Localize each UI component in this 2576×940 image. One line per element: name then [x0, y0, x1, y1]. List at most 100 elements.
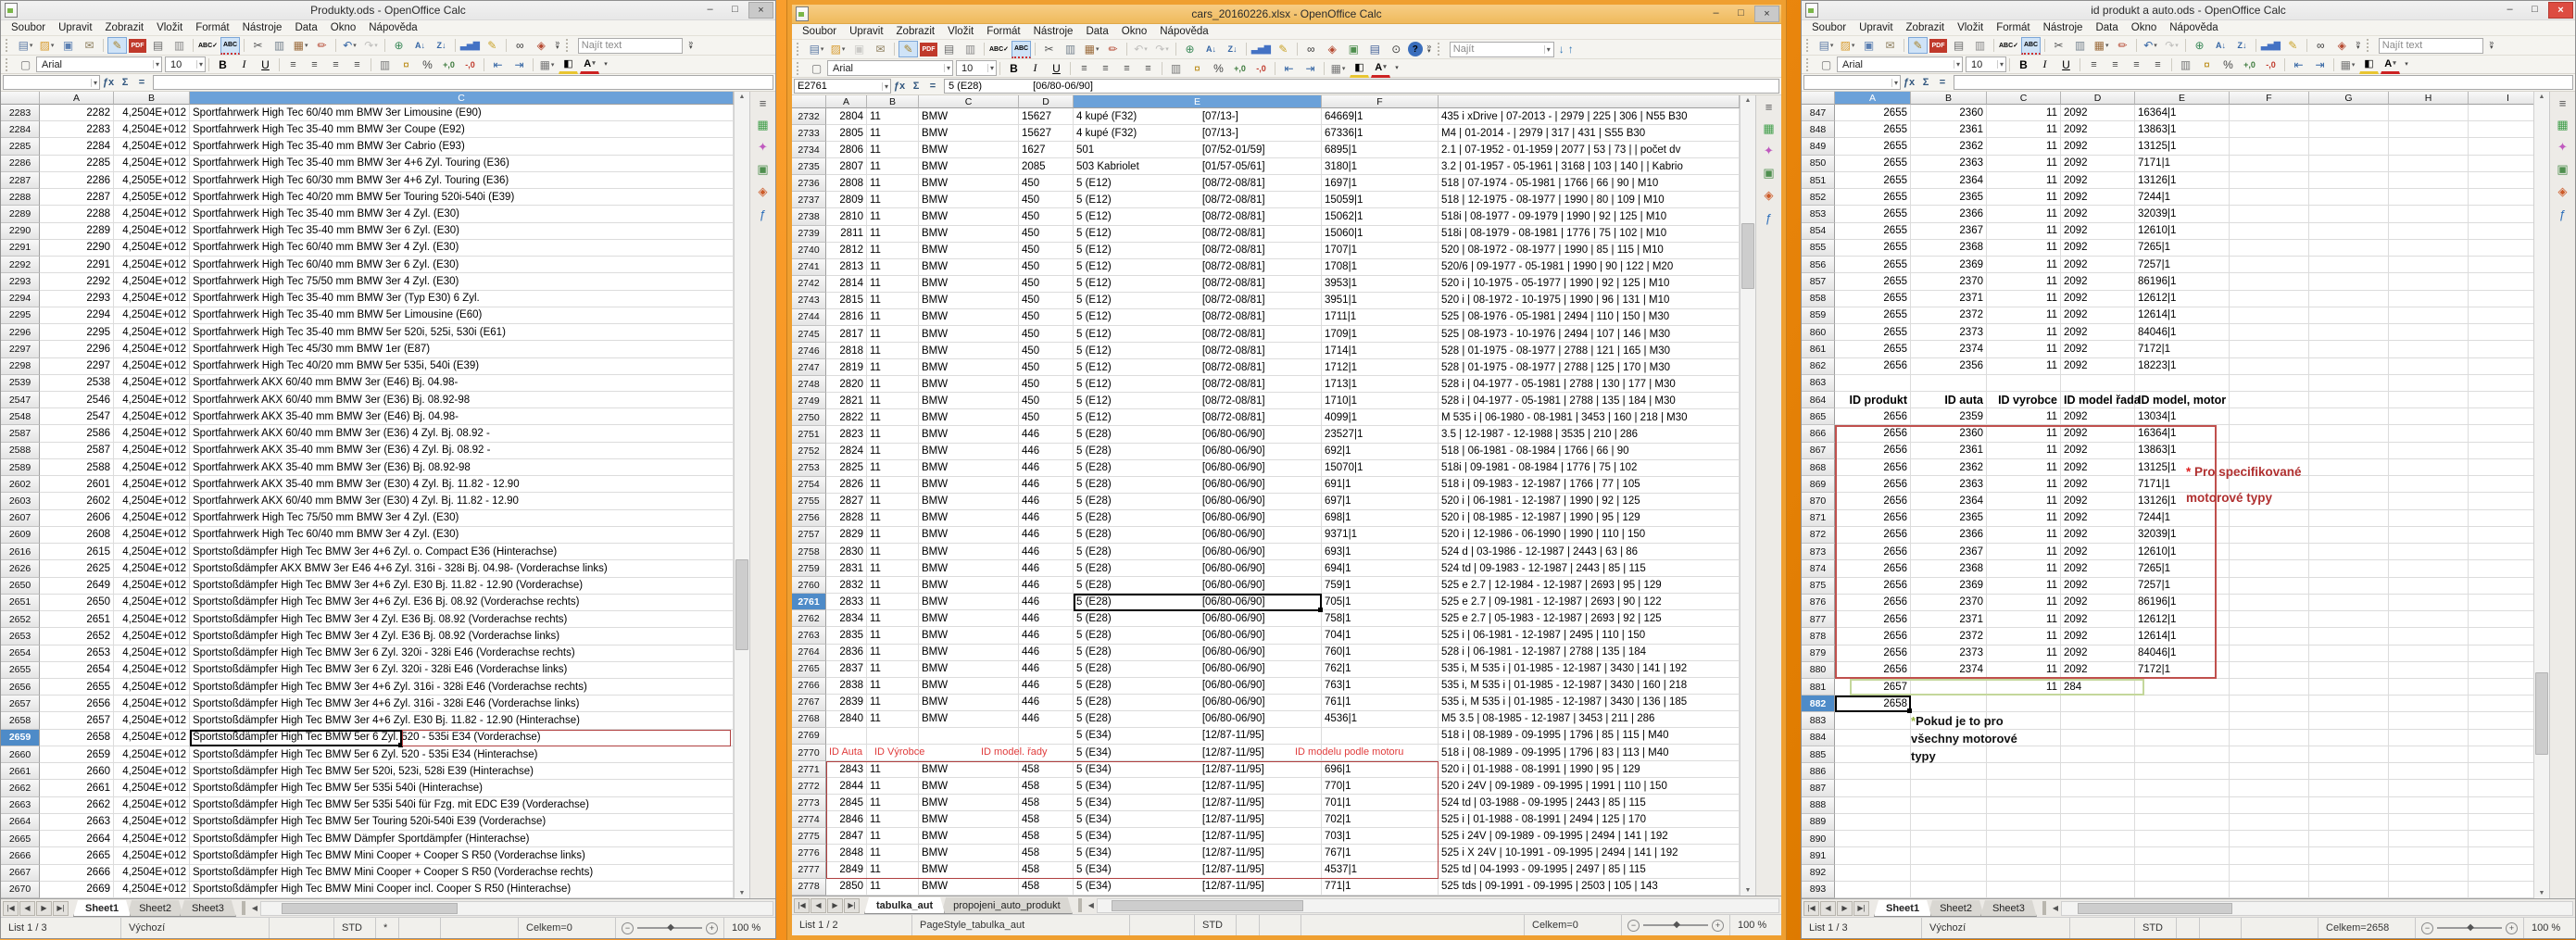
cell-D2757[interactable]: 446	[1019, 527, 1074, 544]
cell-G2770[interactable]: 518 i | 08-1989 - 09-1995 | 1796 | 83 | …	[1439, 745, 1740, 761]
cell-A2754[interactable]: 2826	[826, 477, 867, 494]
cell-F848[interactable]	[2230, 121, 2309, 138]
row-header-2660[interactable]: 2660	[1, 746, 40, 763]
spellcheck-icon[interactable]: ABC✓	[1998, 37, 2019, 54]
cell-F865[interactable]	[2230, 408, 2309, 425]
cell-C2587[interactable]: Sportfahrwerk AKX 60/40 mm BMW 3er (E36)…	[190, 425, 734, 442]
menu-vložit[interactable]: Vložit	[1951, 22, 1990, 33]
row-header-862[interactable]: 862	[1802, 358, 1835, 375]
column-header-C[interactable]: C	[919, 95, 1019, 108]
cell-C869[interactable]: 11	[1987, 476, 2061, 493]
percent-format-icon[interactable]: %	[418, 56, 437, 73]
row-header-2666[interactable]: 2666	[1, 847, 40, 864]
menu-data[interactable]: Data	[2089, 22, 2124, 33]
cell-F858[interactable]	[2230, 291, 2309, 307]
cell-E2774[interactable]: 5 (E34)[12/87-11/95]	[1074, 811, 1322, 828]
redo-icon[interactable]: ↷▾	[2162, 37, 2181, 54]
cell-A2547[interactable]: 2546	[40, 392, 114, 408]
cell-G2761[interactable]: 525 e 2.7 | 09-1981 - 12-1987 | 2693 | 9…	[1439, 594, 1740, 610]
cell-A2651[interactable]: 2650	[40, 595, 114, 611]
cell-B862[interactable]: 2356	[1911, 358, 1987, 375]
column-header-C[interactable]: C	[190, 92, 734, 105]
cell-F2776[interactable]: 767|1	[1322, 845, 1439, 861]
open-icon[interactable]: ▨▾	[828, 41, 848, 57]
row-header-2734[interactable]: 2734	[792, 142, 826, 158]
cell-D848[interactable]: 2092	[2061, 121, 2135, 138]
cell-H849[interactable]	[2389, 138, 2469, 155]
row-header-878[interactable]: 878	[1802, 628, 1835, 645]
row-header-2652[interactable]: 2652	[1, 611, 40, 628]
select-all-corner[interactable]	[1, 92, 40, 105]
cell-B858[interactable]: 2371	[1911, 291, 1987, 307]
column-header-B[interactable]: B	[867, 95, 919, 108]
cell-A872[interactable]: 2656	[1835, 527, 1911, 544]
cell-B2292[interactable]: 4,2504E+012	[114, 257, 190, 273]
cell-A882[interactable]: 2658	[1835, 696, 1911, 712]
sort-descending-icon[interactable]: Z↓	[1223, 41, 1242, 57]
first-sheet-button[interactable]: |◀	[794, 898, 810, 913]
cell-C2734[interactable]: BMW	[919, 142, 1019, 158]
cell-D892[interactable]	[2061, 865, 2135, 882]
cell-D877[interactable]: 2092	[2061, 611, 2135, 628]
cell-B2767[interactable]: 11	[867, 695, 919, 711]
row-header-876[interactable]: 876	[1802, 595, 1835, 611]
cell-C2291[interactable]: Sportfahrwerk High Tec 60/40 mm BMW 3er …	[190, 240, 734, 257]
cell-H884[interactable]	[2389, 730, 2469, 746]
cell-A2289[interactable]: 2288	[40, 206, 114, 222]
currency-format-icon[interactable]: ¤	[396, 56, 416, 73]
cell-F2761[interactable]: 705|1	[1322, 594, 1439, 610]
cell-G893[interactable]	[2309, 882, 2389, 898]
cell-H862[interactable]	[2389, 358, 2469, 375]
cell-A2736[interactable]: 2808	[826, 175, 867, 192]
namebox-dropdown-icon[interactable]: ▾	[882, 82, 890, 91]
cell-A893[interactable]	[1835, 882, 1911, 898]
column-header-C[interactable]: C	[1987, 92, 2061, 105]
row-header-870[interactable]: 870	[1802, 493, 1835, 509]
cell-G2769[interactable]: 518 i | 08-1989 - 09-1995 | 1796 | 85 | …	[1439, 728, 1740, 745]
row-header-848[interactable]: 848	[1802, 121, 1835, 138]
menu-soubor[interactable]: Soubor	[796, 26, 843, 37]
cell-B2774[interactable]: 11	[867, 811, 919, 828]
menu-soubor[interactable]: Soubor	[5, 22, 52, 33]
row-header-2285[interactable]: 2285	[1, 138, 40, 155]
menu-nápověda[interactable]: Nápověda	[1153, 26, 1214, 37]
cell-A2297[interactable]: 2296	[40, 341, 114, 357]
next-sheet-button[interactable]: ▶	[36, 901, 52, 916]
cell-D2742[interactable]: 450	[1019, 276, 1074, 293]
cell-C850[interactable]: 11	[1987, 156, 2061, 172]
toolbar-grip[interactable]	[1438, 43, 1444, 56]
horizontal-scroll-thumb[interactable]	[2078, 903, 2232, 914]
row-header-873[interactable]: 873	[1802, 544, 1835, 560]
cell-I859[interactable]	[2469, 307, 2533, 324]
cell-A887[interactable]	[1835, 780, 1911, 796]
cell-E2737[interactable]: 5 (E12)[08/72-08/81]	[1074, 192, 1322, 208]
cell-B2764[interactable]: 11	[867, 645, 919, 661]
row-header-2774[interactable]: 2774	[792, 811, 826, 828]
cell-A2670[interactable]: 2669	[40, 882, 114, 898]
cell-H852[interactable]	[2389, 189, 2469, 206]
sidebar-menu-icon[interactable]: ≡	[1760, 97, 1778, 116]
cell-D2761[interactable]: 446	[1019, 594, 1074, 610]
cell-A2548[interactable]: 2547	[40, 408, 114, 425]
cell-I862[interactable]	[2469, 358, 2533, 375]
cell-D2746[interactable]: 450	[1019, 343, 1074, 359]
previous-sheet-button[interactable]: ◀	[1820, 901, 1836, 916]
function-wizard-icon[interactable]: ƒx	[1901, 77, 1917, 88]
cell-C856[interactable]: 11	[1987, 257, 2061, 273]
styles-icon[interactable]: ▢	[807, 60, 826, 77]
cell-B2288[interactable]: 4,2505E+012	[114, 189, 190, 206]
cell-B881[interactable]	[1911, 679, 1987, 696]
cell-B861[interactable]: 2374	[1911, 341, 1987, 357]
align-center-icon[interactable]: ≡	[2105, 56, 2125, 73]
cell-A856[interactable]: 2655	[1835, 257, 1911, 273]
cell-F889[interactable]	[2230, 814, 2309, 831]
cell-A2657[interactable]: 2656	[40, 696, 114, 712]
cell-A867[interactable]: 2656	[1835, 443, 1911, 459]
menu-okno[interactable]: Okno	[1115, 26, 1154, 37]
cell-E2740[interactable]: 5 (E12)[08/72-08/81]	[1074, 243, 1322, 259]
cell-A2298[interactable]: 2297	[40, 358, 114, 375]
properties-icon[interactable]: ▦	[754, 116, 773, 134]
cell-D2776[interactable]: 458	[1019, 845, 1074, 861]
cell-H886[interactable]	[2389, 763, 2469, 780]
menu-upravit[interactable]: Upravit	[52, 22, 98, 33]
